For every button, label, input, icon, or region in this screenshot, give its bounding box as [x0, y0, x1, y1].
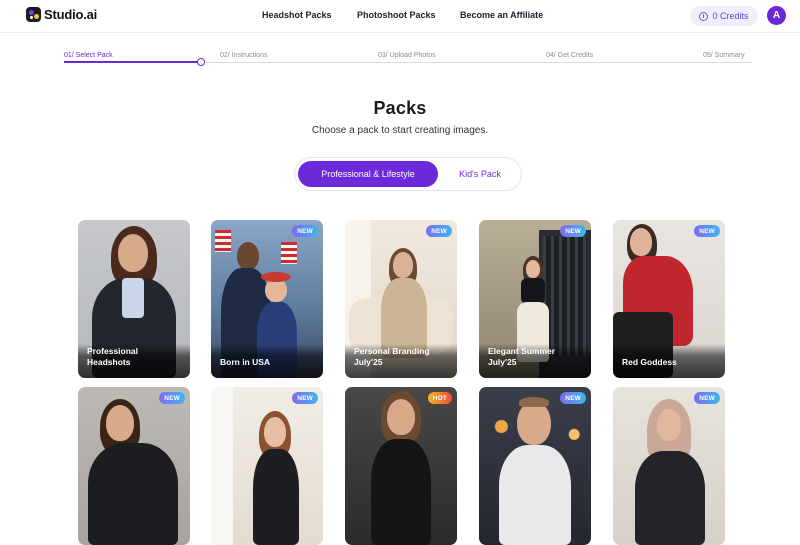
- user-avatar[interactable]: A: [767, 6, 786, 25]
- nav-link-headshot-packs[interactable]: Headshot Packs: [262, 10, 332, 20]
- stepper-current-marker: [197, 58, 205, 66]
- new-badge: NEW: [560, 392, 586, 404]
- pack-card-born-in-usa[interactable]: NEW Born in USA: [211, 220, 323, 378]
- credits-button[interactable]: 0 Credits: [690, 6, 758, 26]
- card-label: Professional Headshots: [87, 346, 139, 367]
- pack-card-professional-headshots[interactable]: Professional Headshots: [78, 220, 190, 378]
- card-label: Personal Branding July'25: [354, 346, 430, 367]
- card-label: Born in USA: [220, 357, 271, 367]
- step-get-credits[interactable]: 04/ Get Credits: [546, 52, 593, 59]
- stepper-progress-fill: [64, 61, 201, 63]
- new-badge: NEW: [694, 392, 720, 404]
- nav-link-become-affiliate[interactable]: Become an Affiliate: [460, 10, 543, 20]
- coin-icon: [699, 11, 709, 21]
- tab-kids-pack[interactable]: Kid's Pack: [440, 161, 520, 187]
- tab-professional-lifestyle[interactable]: Professional & Lifestyle: [298, 161, 438, 187]
- card-label: Red Goddess: [622, 357, 677, 367]
- top-navbar: Studio.ai Headshot Packs Photoshoot Pack…: [0, 0, 800, 33]
- nav-link-photoshoot-packs[interactable]: Photoshoot Packs: [357, 10, 436, 20]
- new-badge: NEW: [292, 392, 318, 404]
- hot-badge: HOT: [427, 392, 452, 404]
- pack-card-row2-1[interactable]: NEW: [78, 387, 190, 545]
- new-badge: NEW: [694, 225, 720, 237]
- progress-stepper: 01/ Select Pack 02/ Instructions 03/ Upl…: [64, 50, 752, 70]
- page-title: Packs: [373, 98, 427, 118]
- pack-card-personal-branding[interactable]: NEW Personal Branding July'25: [345, 220, 457, 378]
- pack-card-elegant-summer[interactable]: NEW Elegant Summer July'25: [479, 220, 591, 378]
- new-badge: NEW: [159, 392, 185, 404]
- new-badge: NEW: [426, 225, 452, 237]
- step-upload-photos[interactable]: 03/ Upload Photos: [378, 52, 436, 59]
- page-subtitle: Choose a pack to start creating images.: [311, 125, 489, 136]
- pack-card-row2-3[interactable]: HOT: [345, 387, 457, 545]
- step-instructions[interactable]: 02/ Instructions: [220, 52, 267, 59]
- pack-card-row2-2[interactable]: NEW: [211, 387, 323, 545]
- pack-card-row2-4[interactable]: NEW: [479, 387, 591, 545]
- new-badge: NEW: [292, 225, 318, 237]
- pack-category-toggle: Professional & Lifestyle Kid's Pack: [294, 157, 522, 191]
- step-summary[interactable]: 05/ Summary: [703, 52, 745, 59]
- card-label: Elegant Summer July'25: [488, 346, 556, 367]
- step-select-pack[interactable]: 01/ Select Pack: [64, 52, 113, 59]
- pack-card-row2-5[interactable]: NEW: [613, 387, 725, 545]
- pack-card-red-goddess[interactable]: NEW Red Goddess: [613, 220, 725, 378]
- new-badge: NEW: [560, 225, 586, 237]
- credits-label: 0 Credits: [712, 11, 749, 21]
